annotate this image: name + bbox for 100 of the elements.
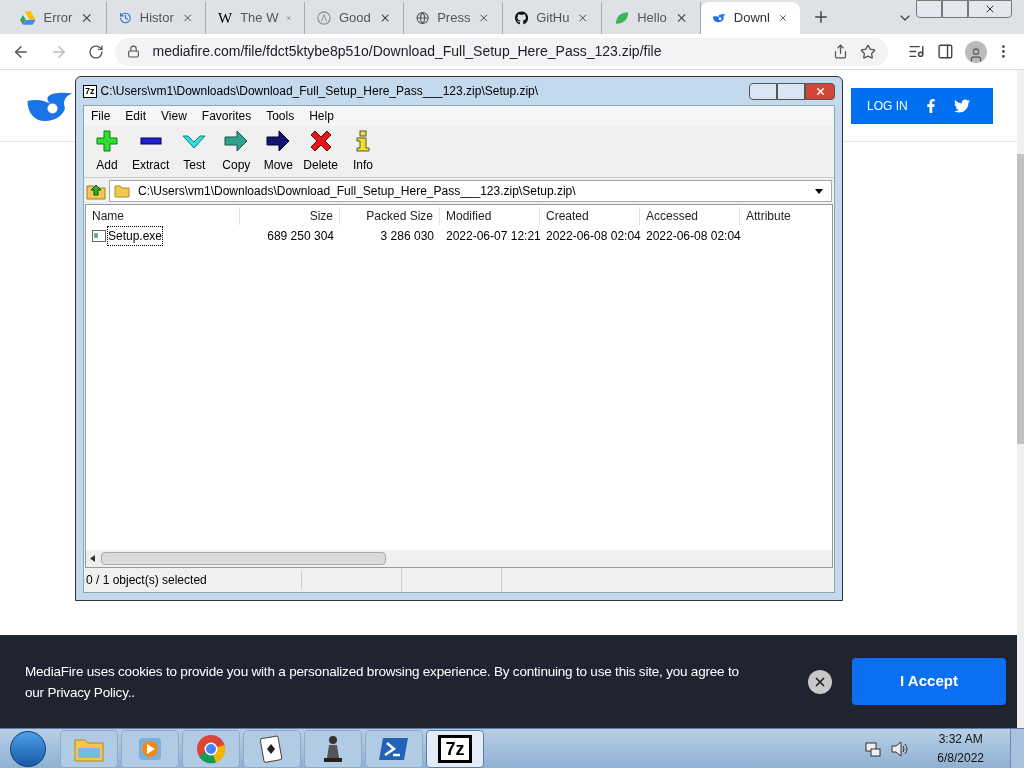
address-bar[interactable]: mediafire.com/file/fdct5ktybe8p51o/Download_Full_Setup_Here_Pass_123.zip/file — [115, 37, 888, 66]
dropdown-icon[interactable] — [815, 188, 823, 194]
globe-icon — [416, 10, 430, 26]
tab-title: GitHu — [536, 9, 570, 28]
chess-piece-icon — [321, 733, 345, 764]
toolbar-button[interactable]: Extract — [130, 128, 172, 175]
login-link[interactable]: LOG IN — [867, 96, 908, 115]
taskbar-app[interactable]: 7z — [426, 729, 484, 768]
table-cell[interactable]: Setup.exe — [108, 227, 163, 245]
close-icon[interactable] — [80, 11, 94, 25]
table-cell-text: 3 286 030 — [380, 228, 434, 245]
taskbar-app[interactable] — [243, 729, 301, 768]
menu-item[interactable]: File — [91, 107, 111, 125]
reload-icon[interactable] — [87, 43, 104, 60]
lock-icon — [127, 45, 141, 58]
table-cell-text: 2022-06-08 02:04 — [646, 228, 741, 245]
menu-item[interactable]: Edit — [125, 107, 147, 125]
tab-title: Press — [437, 9, 471, 28]
leaf-icon — [614, 10, 630, 26]
bookmark-icon[interactable] — [859, 43, 876, 60]
tab-title: Histor — [139, 9, 174, 28]
share-icon[interactable] — [832, 44, 848, 59]
column-header[interactable]: Accessed — [640, 206, 740, 225]
column-header[interactable]: Name — [86, 206, 240, 225]
close-button[interactable] — [968, 0, 1012, 18]
history-icon — [119, 10, 132, 26]
scrollbar[interactable] — [1017, 70, 1024, 728]
new-tab-icon[interactable] — [812, 8, 830, 26]
close-icon[interactable] — [577, 11, 589, 25]
url-text: mediafire.com/file/fdct5ktybe8p51o/Download_Full_Setup_Here_Pass_123.zip/file — [152, 42, 662, 61]
menu-item[interactable]: Help — [309, 107, 334, 125]
twitter-icon[interactable] — [953, 97, 970, 114]
toolbar-button[interactable]: Info — [344, 128, 383, 175]
clock-date[interactable]: 6/8/2022 — [937, 748, 984, 768]
path-field[interactable]: C:\Users\vm1\Downloads\Download_Full_Setup_Here_Pass___123.zip\Setup.zip\ — [109, 180, 832, 202]
play-icon — [137, 735, 163, 762]
table-cell-text: 2022-06-08 02:04 — [546, 228, 641, 245]
maximize-button[interactable] — [777, 82, 805, 100]
up-folder-icon[interactable] — [86, 182, 106, 200]
card-icon — [260, 734, 284, 763]
column-header[interactable]: Packed Size — [340, 206, 440, 225]
column-header[interactable]: Created — [540, 206, 640, 225]
menu-item[interactable]: Favorites — [201, 107, 252, 125]
taskbar-app[interactable] — [365, 729, 423, 768]
flame-icon — [713, 12, 726, 24]
minimize-button[interactable] — [749, 82, 777, 100]
toolbar-button[interactable]: Delete — [301, 128, 341, 175]
circle-icon — [317, 10, 331, 26]
toolbar-button[interactable]: Copy — [217, 128, 256, 175]
horizontal-scrollbar[interactable] — [86, 550, 832, 567]
media-icon[interactable] — [907, 43, 925, 60]
close-icon — [814, 85, 826, 97]
archive-logo: 7z — [438, 734, 472, 763]
cookie-message: MediaFire uses cookies to provide you with a personalized browsing experience. By continuing to use this site, you agree to our Privacy Policy.. — [25, 662, 740, 702]
restore-button[interactable] — [942, 0, 968, 18]
table-cell-text: 689 250 304 — [267, 228, 334, 245]
volume-icon[interactable] — [891, 740, 910, 757]
delete-icon — [309, 129, 332, 152]
network-icon[interactable] — [865, 740, 882, 757]
tab-title: Error — [43, 9, 73, 28]
arrow-icon — [224, 129, 249, 152]
start-button[interactable] — [10, 730, 46, 767]
profile-icon[interactable] — [965, 40, 988, 63]
close-button[interactable] — [805, 82, 835, 100]
column-header[interactable]: Modified — [440, 206, 540, 225]
toolbar-button[interactable]: Test — [175, 128, 214, 175]
minimize-button[interactable] — [916, 0, 942, 18]
drive-icon — [20, 11, 36, 25]
menu-item[interactable]: View — [161, 107, 187, 125]
accept-button[interactable]: I Accept — [852, 658, 1006, 705]
status-text: 0 / 1 object(s) selected — [84, 571, 302, 589]
menu-item[interactable]: Tools — [266, 107, 295, 125]
clock-time[interactable]: 3:32 AM — [938, 729, 983, 749]
close-icon[interactable] — [478, 11, 490, 25]
toolbar-button[interactable]: Add — [88, 128, 126, 175]
terminal-icon — [379, 735, 409, 762]
folder-icon — [114, 184, 130, 198]
dismiss-button[interactable] — [808, 669, 832, 694]
tab-title: The W — [240, 9, 279, 28]
arrow-icon — [266, 129, 291, 152]
window-title: C:\Users\vm1\Downloads\Download_Full_Setup_Here_Pass___123.zip\Setup.zip\ — [100, 83, 539, 100]
close-icon — [984, 3, 996, 15]
browser-tab[interactable]: Downl — [701, 2, 800, 34]
column-header[interactable]: Attribute — [740, 206, 832, 225]
tab-title: Good — [338, 9, 371, 28]
github-icon — [515, 10, 529, 26]
side-panel-icon[interactable] — [936, 43, 954, 60]
info-icon — [356, 129, 371, 152]
flame-logo — [25, 90, 75, 121]
letter-icon: W — [218, 6, 233, 30]
taskbar-app[interactable] — [304, 729, 362, 768]
scroll-left-icon[interactable] — [90, 555, 95, 562]
column-header[interactable]: Size — [240, 206, 340, 225]
tab-title: Hello — [637, 9, 667, 28]
tab-title: Downl — [733, 9, 770, 28]
table-cell-text: 2022-06-07 12:21 — [446, 228, 541, 245]
app-logo: 7z — [83, 84, 97, 98]
chrome-icon — [196, 733, 226, 764]
plus-icon — [96, 129, 118, 152]
toolbar-button[interactable]: Move — [259, 128, 298, 175]
